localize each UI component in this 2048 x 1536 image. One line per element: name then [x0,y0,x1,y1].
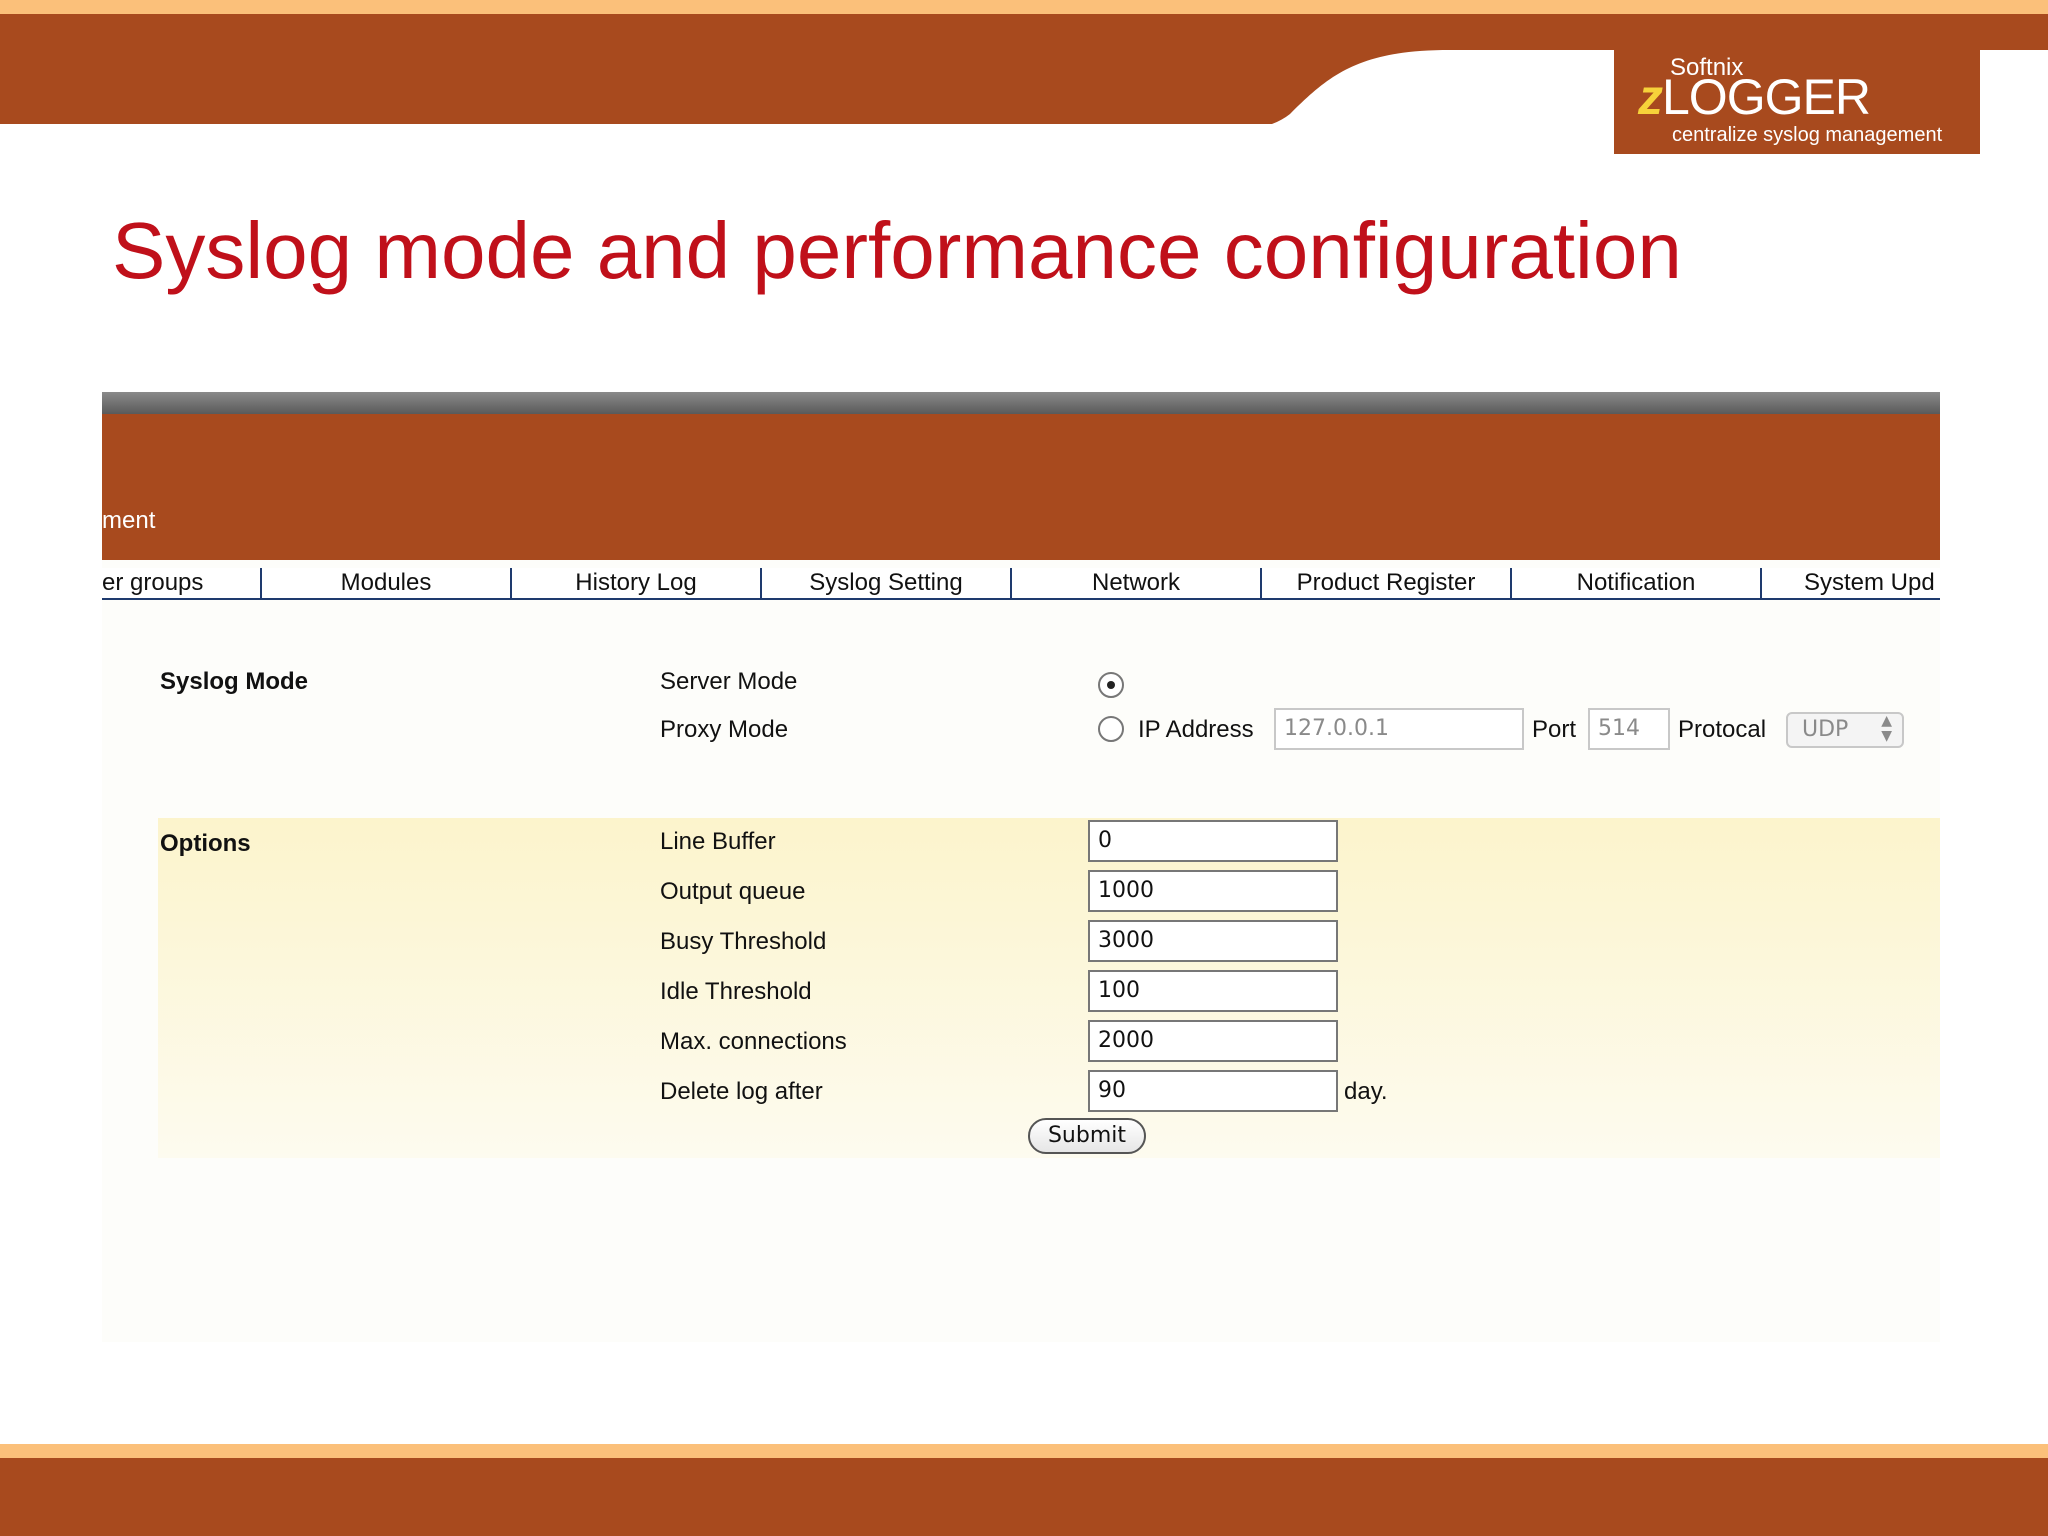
options-section-label: Options [160,830,251,857]
server-mode-radio[interactable] [1098,672,1124,698]
idle-threshold-label: Idle Threshold [660,978,812,1005]
nav-syslog-setting[interactable]: Syslog Setting [762,568,1012,598]
line-buffer-label: Line Buffer [660,828,776,855]
ip-address-label: IP Address [1138,716,1254,743]
nav-network[interactable]: Network [1012,568,1262,598]
port-label: Port [1532,716,1577,743]
submit-button[interactable]: Submit [1028,1118,1146,1154]
protocol-select[interactable]: UDP ▲ ▼ [1786,712,1904,748]
app-banner [102,414,1940,560]
logo-name: LOGGER [1662,69,1871,125]
footer-bar [0,1458,2048,1536]
nav-modules[interactable]: Modules [262,568,512,598]
protocol-select-value: UDP [1802,717,1849,742]
output-queue-label: Output queue [660,878,806,905]
app-banner-text: ment [102,507,156,534]
logo-main-text: zLOGGER [1638,68,1871,126]
slide-title: Syslog mode and performance configuratio… [112,206,1682,295]
delete-log-after-input[interactable]: 90 [1088,1070,1338,1112]
proxy-mode-radio[interactable] [1098,716,1124,742]
nav-notification[interactable]: Notification [1512,568,1762,598]
line-buffer-input[interactable]: 0 [1088,820,1338,862]
logo-tagline: centralize syslog management [1672,124,1943,146]
select-arrows-icon: ▲ ▼ [1881,713,1892,744]
max-connections-label: Max. connections [660,1028,847,1055]
nav-history-log[interactable]: History Log [512,568,762,598]
ip-address-input[interactable]: 127.0.0.1 [1274,708,1524,750]
proxy-mode-label: Proxy Mode [660,716,789,743]
softnix-logger-logo: Softnix zLOGGER centralize syslog manage… [1614,48,1980,154]
port-input[interactable]: 514 [1588,708,1670,750]
footer-accent-strip [0,1444,2048,1458]
output-queue-input[interactable]: 1000 [1088,870,1338,912]
nav-system-update[interactable]: System Upd [1762,568,1940,598]
delete-log-after-label: Delete log after [660,1078,823,1105]
server-mode-label: Server Mode [660,668,798,695]
busy-threshold-label: Busy Threshold [660,928,827,955]
syslog-mode-section-label: Syslog Mode [160,668,309,695]
idle-threshold-input[interactable]: 100 [1088,970,1338,1012]
nav-user-groups[interactable]: er groups [102,568,262,598]
main-nav: er groups Modules History Log Syslog Set… [102,568,1940,600]
delete-log-unit: day. [1344,1078,1388,1105]
options-panel [158,818,1940,1158]
busy-threshold-input[interactable]: 3000 [1088,920,1338,962]
radio-selected-dot [1107,681,1115,689]
max-connections-input[interactable]: 2000 [1088,1020,1338,1062]
nav-product-register[interactable]: Product Register [1262,568,1512,598]
app-top-bar [102,392,1940,414]
logo-z-mark: z [1638,69,1663,125]
protocol-label: Protocal [1678,716,1767,743]
app-screenshot: ment er groups Modules History Log Syslo… [102,392,1940,1342]
